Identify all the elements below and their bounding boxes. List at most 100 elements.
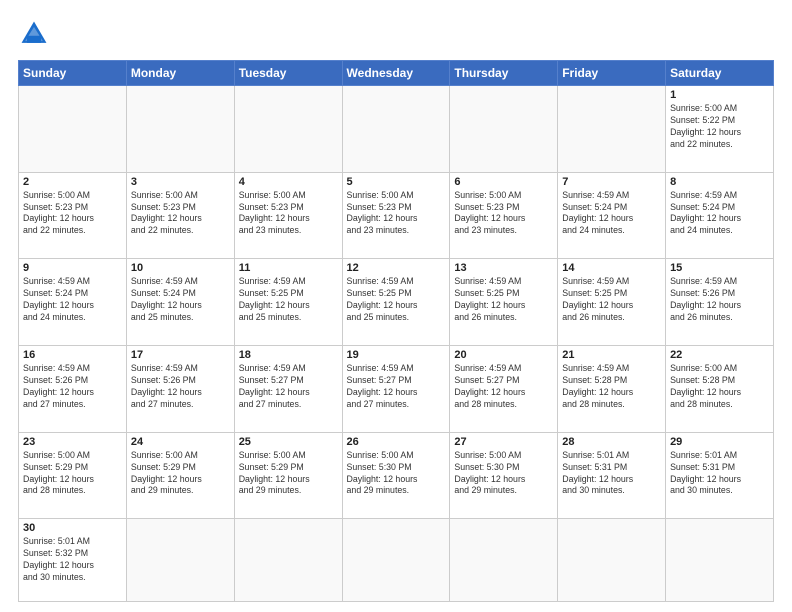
calendar-week-row: 30 Sunrise: 5:01 AM Sunset: 5:32 PM Dayli… <box>19 519 774 602</box>
day-number: 18 <box>239 349 338 361</box>
col-header-thursday: Thursday <box>450 61 558 86</box>
day-number: 10 <box>131 262 230 274</box>
day-number: 23 <box>23 436 122 448</box>
calendar-week-row: 16 Sunrise: 4:59 AM Sunset: 5:26 PM Dayli… <box>19 346 774 433</box>
day-info: Sunrise: 4:59 AM Sunset: 5:25 PM Dayligh… <box>239 276 338 324</box>
day-info: Sunrise: 5:00 AM Sunset: 5:29 PM Dayligh… <box>23 450 122 498</box>
day-number: 8 <box>670 176 769 188</box>
day-info: Sunrise: 4:59 AM Sunset: 5:25 PM Dayligh… <box>454 276 553 324</box>
header <box>18 18 774 50</box>
day-info: Sunrise: 4:59 AM Sunset: 5:27 PM Dayligh… <box>239 363 338 411</box>
calendar-cell: 5Sunrise: 5:00 AM Sunset: 5:23 PM Daylig… <box>342 172 450 259</box>
calendar-cell: 22Sunrise: 5:00 AM Sunset: 5:28 PM Dayli… <box>666 346 774 433</box>
day-number: 4 <box>239 176 338 188</box>
calendar-cell <box>126 86 234 173</box>
day-info: Sunrise: 4:59 AM Sunset: 5:25 PM Dayligh… <box>562 276 661 324</box>
day-info: Sunrise: 4:59 AM Sunset: 5:27 PM Dayligh… <box>347 363 446 411</box>
day-number: 3 <box>131 176 230 188</box>
day-number: 1 <box>670 89 769 101</box>
calendar-cell: 26 Sunrise: 5:00 AM Sunset: 5:30 PM Dayli… <box>342 432 450 519</box>
day-info: Sunrise: 5:00 AM Sunset: 5:23 PM Dayligh… <box>131 190 230 238</box>
day-number: 13 <box>454 262 553 274</box>
day-info: Sunrise: 5:00 AM Sunset: 5:23 PM Dayligh… <box>23 190 122 238</box>
day-number: 30 <box>23 522 122 534</box>
calendar-cell <box>558 519 666 602</box>
day-info: Sunrise: 5:00 AM Sunset: 5:22 PM Dayligh… <box>670 103 769 151</box>
day-number: 27 <box>454 436 553 448</box>
day-number: 7 <box>562 176 661 188</box>
day-info: Sunrise: 4:59 AM Sunset: 5:24 PM Dayligh… <box>562 190 661 238</box>
calendar-week-row: 1 Sunrise: 5:00 AM Sunset: 5:22 PM Daylig… <box>19 86 774 173</box>
calendar-cell: 25Sunrise: 5:00 AM Sunset: 5:29 PM Dayli… <box>234 432 342 519</box>
calendar-cell: 17 Sunrise: 4:59 AM Sunset: 5:26 PM Dayli… <box>126 346 234 433</box>
calendar-cell: 19 Sunrise: 4:59 AM Sunset: 5:27 PM Dayli… <box>342 346 450 433</box>
day-number: 6 <box>454 176 553 188</box>
col-header-sunday: Sunday <box>19 61 127 86</box>
calendar-cell: 3 Sunrise: 5:00 AM Sunset: 5:23 PM Daylig… <box>126 172 234 259</box>
calendar-cell: 28 Sunrise: 5:01 AM Sunset: 5:31 PM Dayli… <box>558 432 666 519</box>
day-number: 28 <box>562 436 661 448</box>
calendar-cell: 1 Sunrise: 5:00 AM Sunset: 5:22 PM Daylig… <box>666 86 774 173</box>
calendar-cell: 24 Sunrise: 5:00 AM Sunset: 5:29 PM Dayli… <box>126 432 234 519</box>
calendar-cell: 16 Sunrise: 4:59 AM Sunset: 5:26 PM Dayli… <box>19 346 127 433</box>
calendar-cell <box>234 86 342 173</box>
col-header-monday: Monday <box>126 61 234 86</box>
calendar-cell: 8 Sunrise: 4:59 AM Sunset: 5:24 PM Daylig… <box>666 172 774 259</box>
day-info: Sunrise: 5:00 AM Sunset: 5:30 PM Dayligh… <box>454 450 553 498</box>
day-info: Sunrise: 5:00 AM Sunset: 5:23 PM Dayligh… <box>347 190 446 238</box>
day-info: Sunrise: 4:59 AM Sunset: 5:24 PM Dayligh… <box>23 276 122 324</box>
calendar-cell: 15 Sunrise: 4:59 AM Sunset: 5:26 PM Dayli… <box>666 259 774 346</box>
day-number: 12 <box>347 262 446 274</box>
col-header-wednesday: Wednesday <box>342 61 450 86</box>
day-number: 16 <box>23 349 122 361</box>
calendar-cell: 4 Sunrise: 5:00 AM Sunset: 5:23 PM Daylig… <box>234 172 342 259</box>
day-number: 22 <box>670 349 769 361</box>
col-header-saturday: Saturday <box>666 61 774 86</box>
day-number: 17 <box>131 349 230 361</box>
day-number: 21 <box>562 349 661 361</box>
day-number: 15 <box>670 262 769 274</box>
day-info: Sunrise: 5:01 AM Sunset: 5:31 PM Dayligh… <box>562 450 661 498</box>
day-info: Sunrise: 4:59 AM Sunset: 5:26 PM Dayligh… <box>131 363 230 411</box>
day-number: 19 <box>347 349 446 361</box>
day-info: Sunrise: 4:59 AM Sunset: 5:24 PM Dayligh… <box>670 190 769 238</box>
day-number: 2 <box>23 176 122 188</box>
day-info: Sunrise: 4:59 AM Sunset: 5:26 PM Dayligh… <box>670 276 769 324</box>
calendar-cell <box>558 86 666 173</box>
calendar-cell <box>234 519 342 602</box>
day-number: 11 <box>239 262 338 274</box>
calendar-cell <box>126 519 234 602</box>
day-info: Sunrise: 5:00 AM Sunset: 5:23 PM Dayligh… <box>454 190 553 238</box>
day-info: Sunrise: 4:59 AM Sunset: 5:28 PM Dayligh… <box>562 363 661 411</box>
calendar-cell: 20Sunrise: 4:59 AM Sunset: 5:27 PM Dayli… <box>450 346 558 433</box>
calendar-cell: 29Sunrise: 5:01 AM Sunset: 5:31 PM Dayli… <box>666 432 774 519</box>
calendar-cell: 11 Sunrise: 4:59 AM Sunset: 5:25 PM Dayli… <box>234 259 342 346</box>
calendar-header-row: SundayMondayTuesdayWednesdayThursdayFrid… <box>19 61 774 86</box>
calendar-cell <box>666 519 774 602</box>
calendar-cell <box>342 519 450 602</box>
calendar-cell <box>342 86 450 173</box>
logo-icon <box>18 18 50 50</box>
day-number: 29 <box>670 436 769 448</box>
calendar-cell: 13 Sunrise: 4:59 AM Sunset: 5:25 PM Dayli… <box>450 259 558 346</box>
calendar-cell: 6 Sunrise: 5:00 AM Sunset: 5:23 PM Daylig… <box>450 172 558 259</box>
col-header-tuesday: Tuesday <box>234 61 342 86</box>
day-number: 26 <box>347 436 446 448</box>
day-info: Sunrise: 5:00 AM Sunset: 5:23 PM Dayligh… <box>239 190 338 238</box>
day-info: Sunrise: 4:59 AM Sunset: 5:26 PM Dayligh… <box>23 363 122 411</box>
calendar-table: SundayMondayTuesdayWednesdayThursdayFrid… <box>18 60 774 602</box>
calendar-cell: 12 Sunrise: 4:59 AM Sunset: 5:25 PM Dayli… <box>342 259 450 346</box>
day-info: Sunrise: 5:00 AM Sunset: 5:30 PM Dayligh… <box>347 450 446 498</box>
day-info: Sunrise: 4:59 AM Sunset: 5:27 PM Dayligh… <box>454 363 553 411</box>
calendar-cell: 10Sunrise: 4:59 AM Sunset: 5:24 PM Dayli… <box>126 259 234 346</box>
calendar-cell <box>450 86 558 173</box>
calendar-cell <box>450 519 558 602</box>
day-number: 24 <box>131 436 230 448</box>
calendar-cell: 21 Sunrise: 4:59 AM Sunset: 5:28 PM Dayli… <box>558 346 666 433</box>
day-info: Sunrise: 5:00 AM Sunset: 5:29 PM Dayligh… <box>239 450 338 498</box>
day-info: Sunrise: 5:01 AM Sunset: 5:32 PM Dayligh… <box>23 536 122 584</box>
day-info: Sunrise: 4:59 AM Sunset: 5:25 PM Dayligh… <box>347 276 446 324</box>
day-number: 9 <box>23 262 122 274</box>
day-info: Sunrise: 5:00 AM Sunset: 5:29 PM Dayligh… <box>131 450 230 498</box>
page: SundayMondayTuesdayWednesdayThursdayFrid… <box>0 0 792 612</box>
